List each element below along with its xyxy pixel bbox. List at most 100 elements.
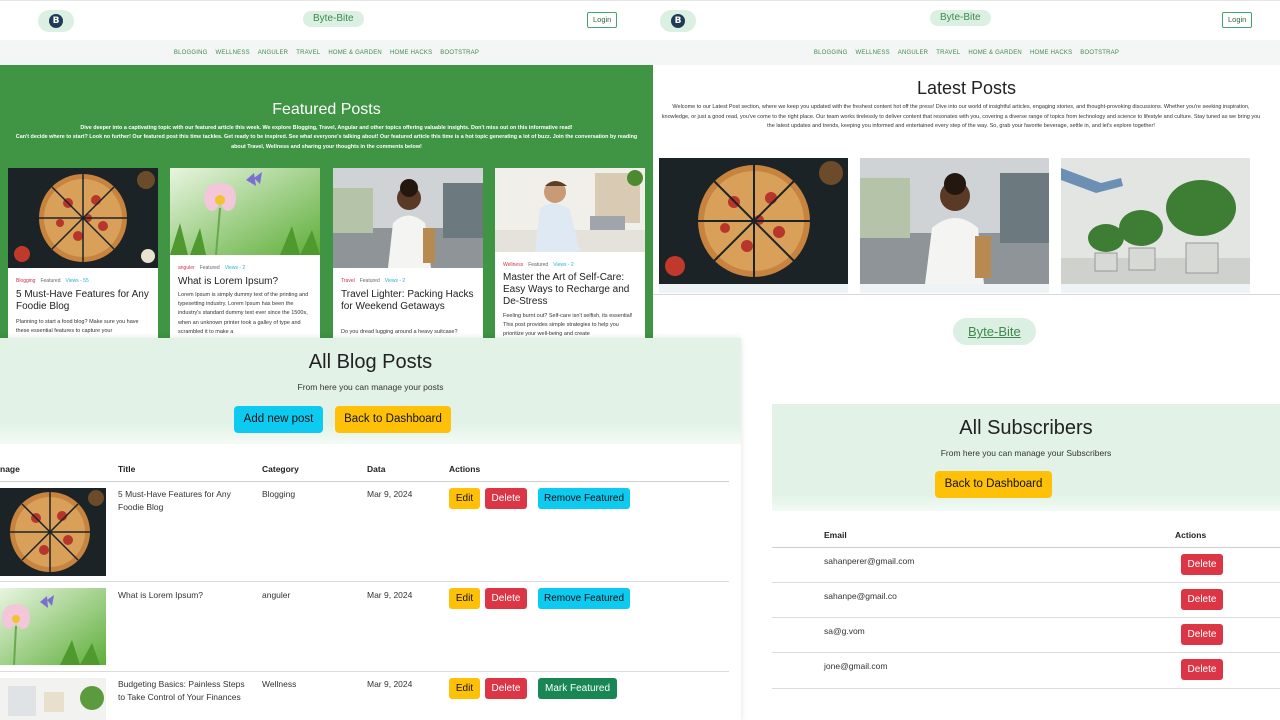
card-title[interactable]: Master the Art of Self-Care: Easy Ways t… [503,272,638,308]
delete-button[interactable]: Delete [485,588,527,609]
delete-button[interactable]: Delete [1181,589,1223,610]
subscribers-title: All Subscribers [959,417,1093,439]
remove-featured-button[interactable]: Remove Featured [538,488,630,509]
card-views: Views - 2 [384,278,406,284]
category-nav: BLOGGING WELLNESS ANGULER TRAVEL HOME & … [0,40,653,65]
post-title: What is Lorem Ipsum? [118,590,204,600]
delete-button[interactable]: Delete [485,678,527,699]
footer-brand[interactable]: Byte-Bite [953,318,1036,345]
nav-item-wellness[interactable]: WELLNESS [856,50,890,56]
card-shadow [860,284,1049,293]
category-nav: BLOGGING WELLNESS ANGULER TRAVEL HOME & … [653,40,1280,65]
card-excerpt: Feeling burnt out? Self-care isn't selfi… [503,313,633,338]
card-title[interactable]: Travel Lighter: Packing Hacks for Weeken… [341,289,476,313]
column-header-date: Data [367,464,386,474]
subscribers-subtitle: From here you can manage your Subscriber… [940,448,1112,458]
nav-item-travel[interactable]: TRAVEL [296,50,320,56]
card-featured: Featured [40,278,61,284]
card-title[interactable]: 5 Must-Have Features for Any Foodie Blog [16,289,151,313]
column-header-image: nage [0,464,20,474]
nav-item-home-hacks[interactable]: HOME HACKS [390,50,432,56]
post-title: 5 Must-Have Features for Any Foodie Blog [118,489,231,512]
delete-button[interactable]: Delete [1181,659,1223,680]
featured-card[interactable]: Wellness Featured Views - 2 Master the Art… [495,168,645,340]
nav-item-home-hacks[interactable]: HOME HACKS [1030,50,1072,56]
card-featured: Featured [528,262,549,268]
delete-button[interactable]: Delete [485,488,527,509]
top-navbar: B Byte-Bite Login [653,0,1280,40]
column-header-category: Category [262,464,299,474]
latest-posts-description: Welcome to our Latest Post section, wher… [661,104,1261,130]
row-divider [0,581,729,582]
edit-button[interactable]: Edit [449,678,480,699]
brand-name[interactable]: Byte-Bite [303,11,364,27]
delete-button[interactable]: Delete [1181,624,1223,645]
latest-posts-screenshot: B Byte-Bite Login BLOGGING WELLNESS ANGU… [653,0,1280,372]
card-shadow [1061,284,1250,293]
card-views: Views - 55 [65,278,89,284]
card-category[interactable]: anguler [178,265,195,271]
nav-item-home-garden[interactable]: HOME & GARDEN [328,50,382,56]
row-divider [0,671,729,672]
card-shadow [659,284,848,293]
featured-card[interactable]: Blogging Featured Views - 55 5 Must-Have F… [8,168,158,340]
latest-post-image-pizza[interactable] [659,158,848,284]
edit-button[interactable]: Edit [449,488,480,509]
nav-item-blogging[interactable]: BLOGGING [814,50,848,56]
post-category: Blogging [262,489,296,499]
card-image-pizza [8,168,158,268]
nav-item-travel[interactable]: TRAVEL [936,50,960,56]
blog-posts-admin-screenshot: All Blog Posts From here you can manage … [0,338,741,720]
latest-post-image-plants[interactable] [1061,158,1250,284]
subscriber-email: sahanpe@gmail.co [824,591,897,601]
card-featured: Featured [359,278,380,284]
login-button[interactable]: Login [587,12,618,28]
edit-button[interactable]: Edit [449,588,480,609]
nav-item-anguler[interactable]: ANGULER [898,50,928,56]
nav-item-blogging[interactable]: BLOGGING [174,50,208,56]
back-to-dashboard-button[interactable]: Back to Dashboard [935,471,1052,498]
nav-item-bootstrap[interactable]: BOOTSTRAP [1080,50,1119,56]
post-thumbnail-finance [0,678,106,720]
post-title: Budgeting Basics: Painless Steps to Take… [118,679,245,702]
logo[interactable]: B [38,10,74,32]
card-category[interactable]: Blogging [16,278,35,284]
post-date: Mar 9, 2024 [367,489,413,499]
card-image-traveler [333,168,483,268]
logo[interactable]: B [660,10,696,32]
add-new-post-button[interactable]: Add new post [234,406,323,433]
logo-icon: B [49,14,63,28]
card-views: Views - 2 [224,265,246,271]
nav-item-wellness[interactable]: WELLNESS [216,50,250,56]
footer-divider [653,294,1280,295]
card-title[interactable]: What is Lorem Ipsum? [178,276,313,288]
column-header-actions: Actions [449,464,481,474]
column-header-email: Email [824,530,847,540]
mark-featured-button[interactable]: Mark Featured [538,678,617,699]
back-to-dashboard-button[interactable]: Back to Dashboard [335,406,451,433]
card-category[interactable]: Travel [341,278,355,284]
table-header-line [0,481,729,482]
subscriber-email: sa@g.vom [824,626,865,636]
featured-card[interactable]: Travel Featured Views - 2 Travel Lighter: … [333,168,483,340]
home-screenshot: B Byte-Bite Login BLOGGING WELLNESS ANGU… [0,0,653,340]
post-thumbnail-flower [0,588,106,665]
nav-item-bootstrap[interactable]: BOOTSTRAP [440,50,479,56]
featured-card[interactable]: anguler Featured Views - 2 What is Lorem I… [170,168,320,340]
card-category[interactable]: Wellness [503,262,523,268]
card-views: Views - 2 [553,262,574,268]
card-excerpt: Planning to start a food blog? Make sure… [16,319,139,335]
delete-button[interactable]: Delete [1181,554,1223,575]
remove-featured-button[interactable]: Remove Featured [538,588,630,609]
brand-name[interactable]: Byte-Bite [930,10,991,26]
posts-title: All Blog Posts [308,351,433,373]
card-excerpt: Do you dread lugging around a heavy suit… [341,329,458,335]
latest-post-image-traveler[interactable] [860,158,1049,284]
nav-item-anguler[interactable]: ANGULER [258,50,288,56]
nav-item-home-garden[interactable]: HOME & GARDEN [968,50,1022,56]
login-button[interactable]: Login [1222,12,1253,28]
card-image-flower [170,168,320,255]
featured-title: Featured Posts [272,101,381,118]
subscriber-email: sahanperer@gmail.com [824,556,915,566]
row-divider [772,617,1280,618]
